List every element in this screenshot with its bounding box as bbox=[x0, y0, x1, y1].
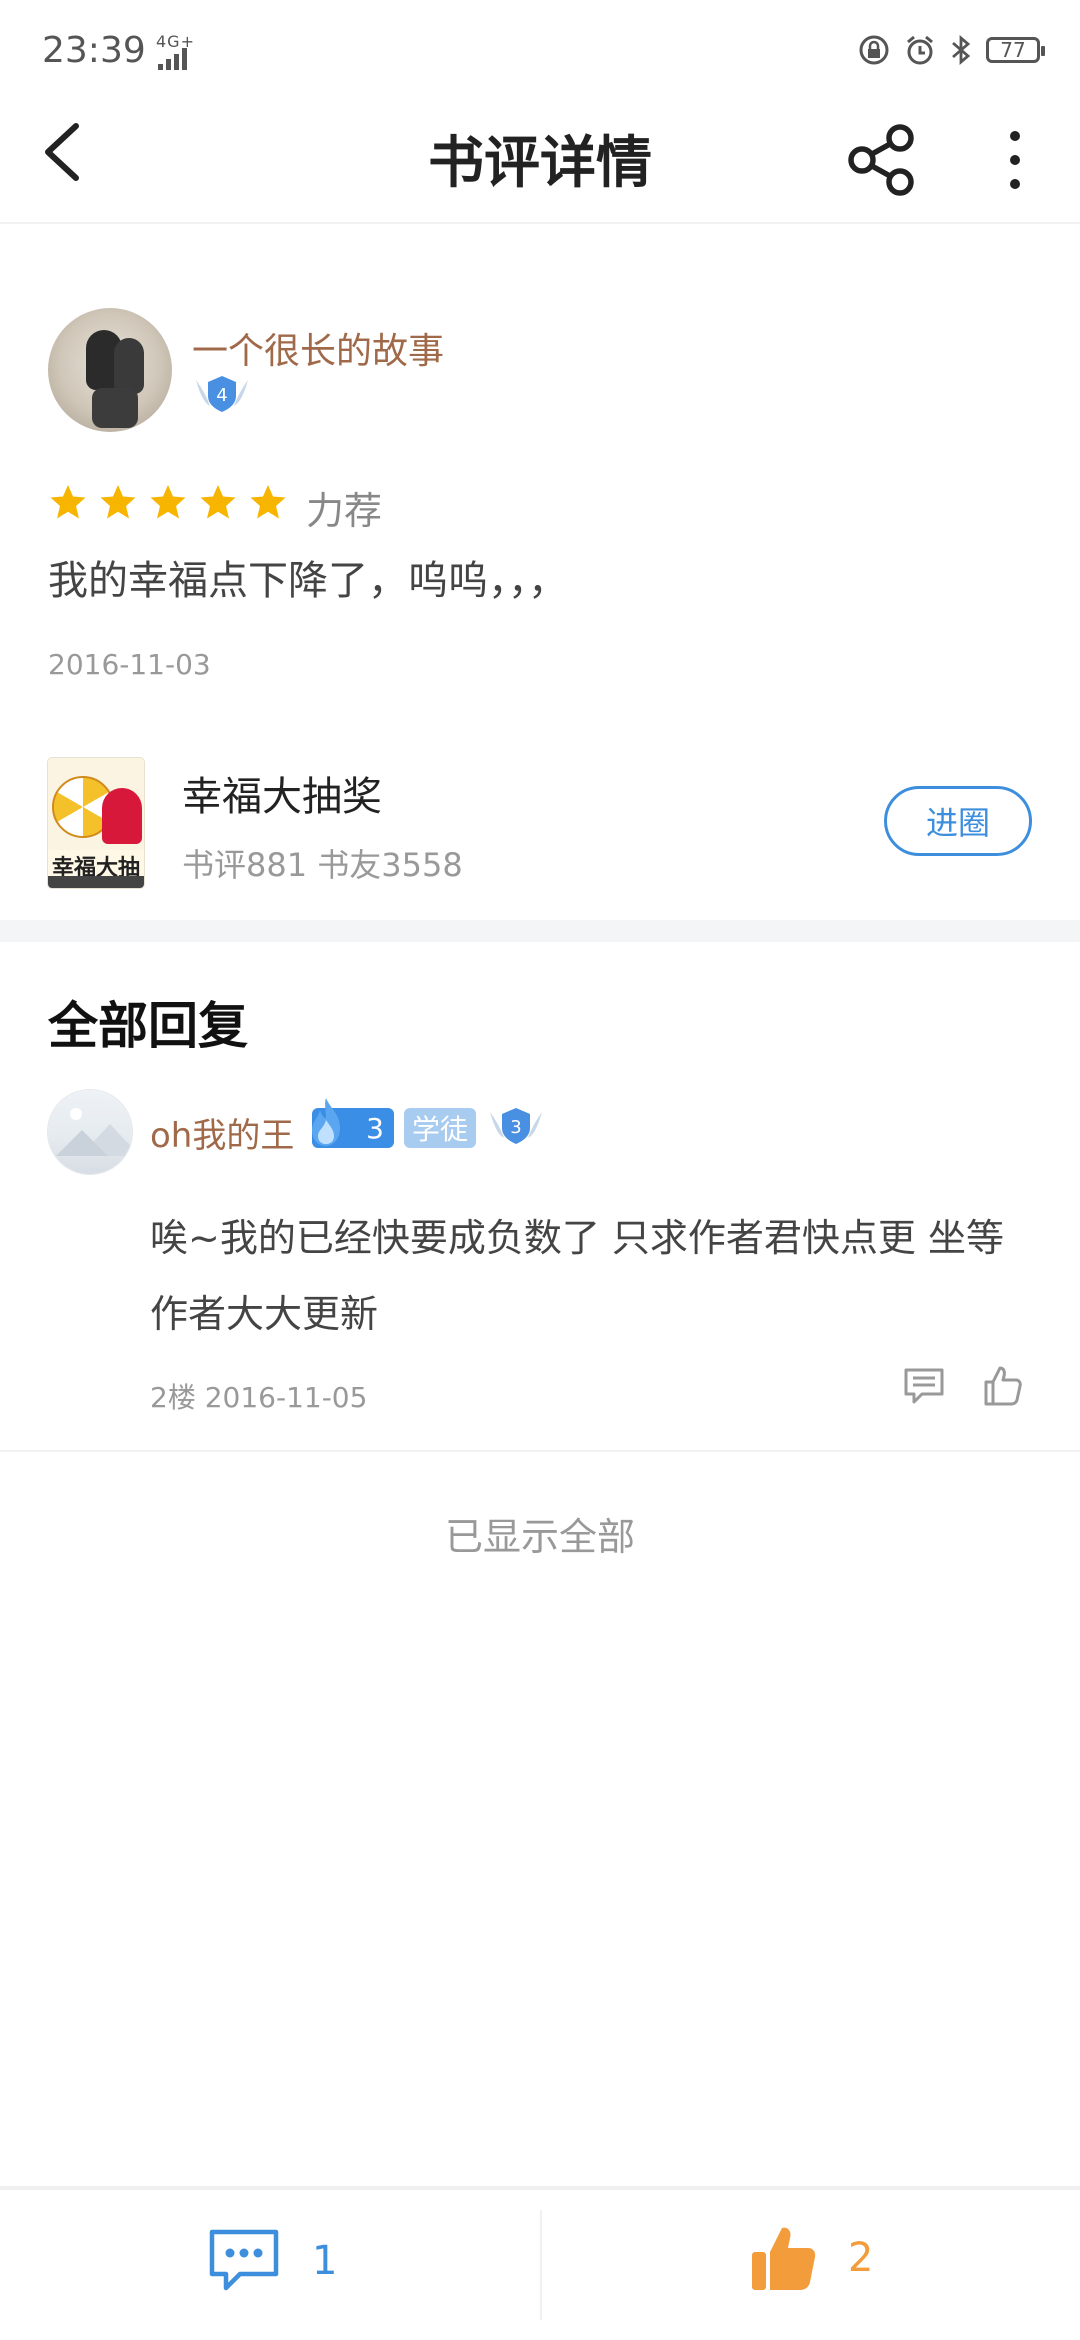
reviewer-avatar[interactable] bbox=[48, 308, 172, 432]
star-icon bbox=[50, 485, 86, 519]
level-number: 4 bbox=[216, 385, 227, 406]
reviewer-name[interactable]: 一个很长的故事 bbox=[192, 322, 444, 374]
battery-level: 77 bbox=[1000, 38, 1026, 62]
lock-rotation-icon bbox=[859, 35, 889, 65]
book-stats: 书评881 书友3558 bbox=[182, 846, 463, 884]
reply-level-badge-icon: 3 bbox=[490, 1108, 542, 1144]
reply-avatar[interactable] bbox=[48, 1090, 132, 1174]
star-icon bbox=[250, 485, 286, 519]
comment-count: 1 bbox=[312, 2238, 338, 2284]
comment-bubble-icon bbox=[209, 2229, 279, 2291]
section-divider bbox=[0, 920, 1080, 942]
thumbs-up-icon bbox=[752, 2227, 816, 2290]
bottom-bar-separator bbox=[540, 2210, 542, 2320]
star-icon bbox=[100, 485, 136, 519]
bottom-like-button[interactable]: 2 bbox=[748, 2222, 873, 2294]
like-count: 2 bbox=[848, 2235, 874, 2281]
signal-icon bbox=[158, 48, 187, 70]
alarm-icon bbox=[907, 35, 933, 65]
bottom-comment-button[interactable]: 1 bbox=[206, 2226, 337, 2296]
reply-like-icon[interactable] bbox=[980, 1364, 1024, 1408]
bluetooth-icon bbox=[952, 34, 971, 66]
reply-author-name[interactable]: oh我的王 bbox=[150, 1108, 294, 1157]
reply-comment-icon[interactable] bbox=[902, 1364, 946, 1408]
review-text: 我的幸福点下降了，呜呜，，， bbox=[48, 558, 568, 604]
review-date: 2016-11-03 bbox=[48, 648, 211, 681]
star-icon bbox=[200, 485, 236, 519]
status-time: 23:39 bbox=[42, 30, 146, 71]
book-cover[interactable]: 幸福大抽奖 bbox=[48, 758, 144, 888]
end-of-list-note: 已显示全部 bbox=[444, 1515, 635, 1559]
rating-stars bbox=[48, 482, 288, 522]
fire-level-badge: 3 bbox=[312, 1098, 394, 1148]
level-badge-icon: 4 bbox=[196, 376, 248, 412]
more-options-icon[interactable] bbox=[990, 120, 1040, 200]
flame-icon bbox=[312, 1098, 340, 1146]
reply-level-number: 3 bbox=[510, 1117, 521, 1138]
replies-heading: 全部回复 bbox=[48, 996, 248, 1055]
reply-text: 唉~我的已经快要成负数了 只求作者君快点更 坐等作者大大更新 bbox=[150, 1216, 1005, 1336]
reply-meta: 2楼 2016-11-05 bbox=[150, 1381, 368, 1414]
bottom-bar-divider bbox=[0, 2186, 1080, 2190]
status-icons: 77 bbox=[858, 34, 1045, 66]
share-icon[interactable] bbox=[842, 120, 922, 200]
battery-icon: 77 bbox=[986, 37, 1045, 63]
fire-level-number: 3 bbox=[366, 1111, 384, 1145]
book-title[interactable]: 幸福大抽奖 bbox=[182, 764, 382, 822]
rating-label: 力荐 bbox=[306, 489, 383, 533]
header-divider bbox=[0, 222, 1080, 224]
join-circle-button[interactable]: 进圈 bbox=[884, 786, 1032, 856]
rank-badge: 学徒 bbox=[404, 1108, 477, 1148]
reply-divider bbox=[0, 1450, 1080, 1452]
star-icon bbox=[150, 485, 186, 519]
